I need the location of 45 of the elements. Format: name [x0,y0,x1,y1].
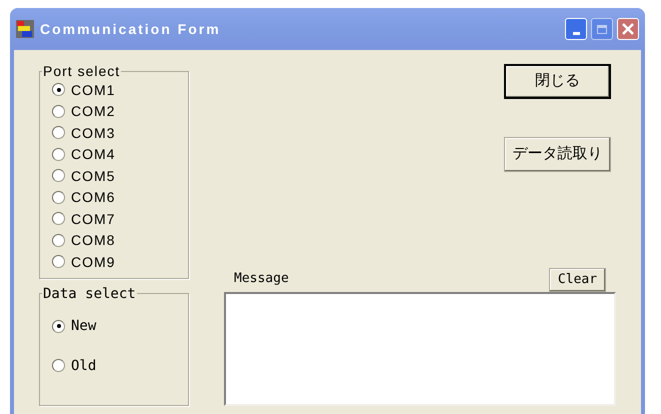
radio-label: COM8 [71,233,116,248]
push-button[interactable]: データ読取り [504,137,611,172]
radio-label: COM2 [71,104,116,118]
radio-button[interactable] [52,234,65,247]
radio-button[interactable] [52,83,65,96]
minimize-button[interactable] [565,18,587,40]
radio-button[interactable] [52,212,65,226]
radio-option[interactable]: New [52,316,176,337]
radio-option[interactable]: COM8 [52,230,176,251]
radio-label: COM6 [71,190,116,204]
radio-label: COM3 [71,126,116,140]
radio-button[interactable] [52,169,65,182]
radio-label: COM7 [71,212,116,226]
radio-button[interactable] [52,104,65,118]
radio-option[interactable]: COM2 [52,100,176,122]
radio-button[interactable] [52,148,65,161]
radio-option[interactable]: COM5 [52,165,176,186]
radio-option[interactable]: COM1 [52,79,176,100]
radio-option[interactable]: COM3 [52,122,176,144]
radio-option[interactable]: Old [52,355,176,376]
radio-label: COM4 [71,147,116,162]
radio-option[interactable]: COM4 [52,144,176,165]
radio-button[interactable] [52,359,65,372]
radio-button[interactable] [52,255,65,268]
message-box[interactable] [224,292,616,406]
radio-label: Old [71,358,96,373]
close-button[interactable] [617,18,639,40]
push-button[interactable]: 閉じる [504,64,611,99]
app-icon [16,20,34,38]
radio-option[interactable]: COM7 [52,208,176,230]
group-label: Data select [42,286,137,300]
radio-label: COM1 [71,82,116,97]
message-label: Message [234,270,289,288]
radio-button[interactable] [52,320,65,333]
clear-button[interactable]: Clear [549,268,606,292]
group-label: Port select [42,64,122,78]
close-icon [621,22,635,36]
radio-label: COM5 [71,168,116,183]
window-title: Communication Form [40,20,222,38]
radio-label: New [71,319,96,334]
radio-label: COM9 [71,254,116,269]
radio-button[interactable] [52,126,65,140]
radio-button[interactable] [52,190,65,204]
radio-option[interactable]: COM9 [52,251,176,272]
radio-option[interactable]: COM6 [52,186,176,208]
